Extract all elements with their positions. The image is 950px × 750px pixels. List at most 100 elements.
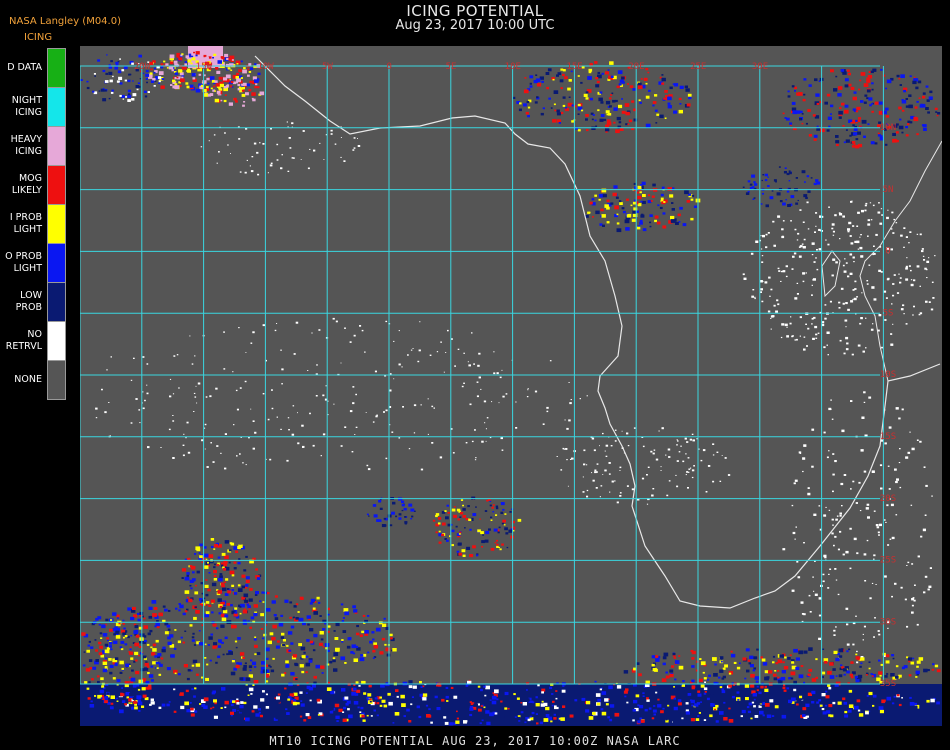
icing-cell xyxy=(867,75,873,79)
icing-cell xyxy=(873,510,876,512)
icing-cell xyxy=(463,352,465,354)
icing-cell xyxy=(824,704,828,707)
icing-cell xyxy=(215,83,220,87)
icing-cell xyxy=(429,354,432,356)
icing-cell xyxy=(880,208,883,210)
icing-cell xyxy=(212,57,214,59)
icing-cell xyxy=(322,394,325,397)
icing-cell xyxy=(489,712,494,717)
icing-cell xyxy=(866,97,869,100)
icing-cell xyxy=(245,464,247,466)
icing-cell xyxy=(261,591,265,594)
legend-item: O PROB LIGHT xyxy=(0,243,66,283)
icing-cell xyxy=(142,356,145,358)
icing-cell xyxy=(678,655,681,657)
icing-cell xyxy=(235,664,240,669)
latitude-label: 10N xyxy=(880,123,896,133)
icing-cell xyxy=(213,574,217,577)
icing-cell xyxy=(614,429,617,431)
map-canvas: 20W 15W 10W 5W 0 5E 10E 15E 20E 25E 30E10N5N05S10S… xyxy=(80,46,942,726)
icing-cell xyxy=(478,352,481,355)
icing-cell xyxy=(835,626,837,628)
icing-cell xyxy=(846,69,850,72)
icing-cell xyxy=(341,639,344,641)
icing-cell xyxy=(453,695,458,699)
icing-cell xyxy=(332,657,336,660)
icing-cell xyxy=(119,646,123,649)
icing-cell xyxy=(808,134,812,137)
icing-cell xyxy=(842,697,846,701)
icing-cell xyxy=(657,204,660,207)
icing-cell xyxy=(142,694,147,698)
icing-cell xyxy=(117,617,119,619)
icing-cell xyxy=(239,652,245,656)
icing-cell xyxy=(133,688,136,690)
icing-cell xyxy=(871,110,874,113)
icing-cell xyxy=(136,684,140,687)
icing-cell xyxy=(844,84,849,88)
icing-cell xyxy=(670,215,675,220)
icing-cell xyxy=(180,705,185,710)
icing-cell xyxy=(253,604,258,608)
icing-cell xyxy=(591,437,595,440)
icing-cell xyxy=(876,526,880,529)
icing-cell xyxy=(191,639,195,642)
icing-cell xyxy=(601,691,607,695)
icing-cell xyxy=(171,69,174,72)
icing-cell xyxy=(355,426,358,428)
icing-cell xyxy=(375,627,381,632)
icing-cell xyxy=(790,316,792,318)
icing-cell xyxy=(659,114,664,118)
icing-cell xyxy=(773,677,778,681)
icing-cell xyxy=(909,75,912,78)
icing-cell xyxy=(332,659,336,663)
icing-cell xyxy=(905,126,908,129)
icing-cell xyxy=(485,685,490,690)
icing-cell xyxy=(195,88,201,93)
icing-cell xyxy=(916,233,919,235)
icing-cell xyxy=(930,308,934,311)
icing-cell xyxy=(473,363,475,365)
icing-cell xyxy=(355,681,359,684)
icing-cell xyxy=(352,687,357,691)
icing-cell xyxy=(374,697,378,700)
icing-cell xyxy=(193,695,196,698)
icing-cell xyxy=(412,685,417,689)
icing-cell xyxy=(900,586,903,589)
icing-cell xyxy=(451,508,456,512)
icing-cell xyxy=(665,675,670,679)
icing-cell xyxy=(713,673,718,677)
icing-cell xyxy=(803,194,808,198)
icing-cell xyxy=(583,93,588,97)
icing-cell xyxy=(902,304,905,307)
icing-cell xyxy=(469,697,474,701)
icing-cell xyxy=(813,134,818,138)
icing-cell xyxy=(608,97,612,100)
icing-cell xyxy=(338,708,343,713)
icing-map[interactable]: 20W 15W 10W 5W 0 5E 10E 15E 20E 25E 30E 10N 5N 0 5S 10S… xyxy=(80,46,942,726)
icing-cell xyxy=(753,705,756,708)
icing-cell xyxy=(232,700,236,703)
icing-cell xyxy=(535,713,538,715)
icing-cell xyxy=(873,558,875,560)
icing-cell xyxy=(224,700,229,705)
icing-cell xyxy=(235,100,238,103)
icing-cell xyxy=(895,480,898,484)
icing-cell xyxy=(806,715,809,718)
icing-cell xyxy=(846,342,849,345)
icing-cell xyxy=(687,693,692,696)
icing-cell xyxy=(852,225,855,227)
icing-cell xyxy=(262,143,265,145)
icing-cell xyxy=(265,706,270,709)
icing-cell xyxy=(498,526,501,529)
icing-cell xyxy=(233,424,235,426)
icing-cell xyxy=(667,448,671,451)
icing-cell xyxy=(691,665,695,668)
icing-cell xyxy=(491,695,497,700)
icing-cell xyxy=(806,201,809,204)
icing-cell xyxy=(679,206,683,210)
icing-cell xyxy=(738,662,741,664)
icing-cell xyxy=(622,210,626,214)
icing-cell xyxy=(765,233,768,236)
icing-cell xyxy=(389,524,393,527)
